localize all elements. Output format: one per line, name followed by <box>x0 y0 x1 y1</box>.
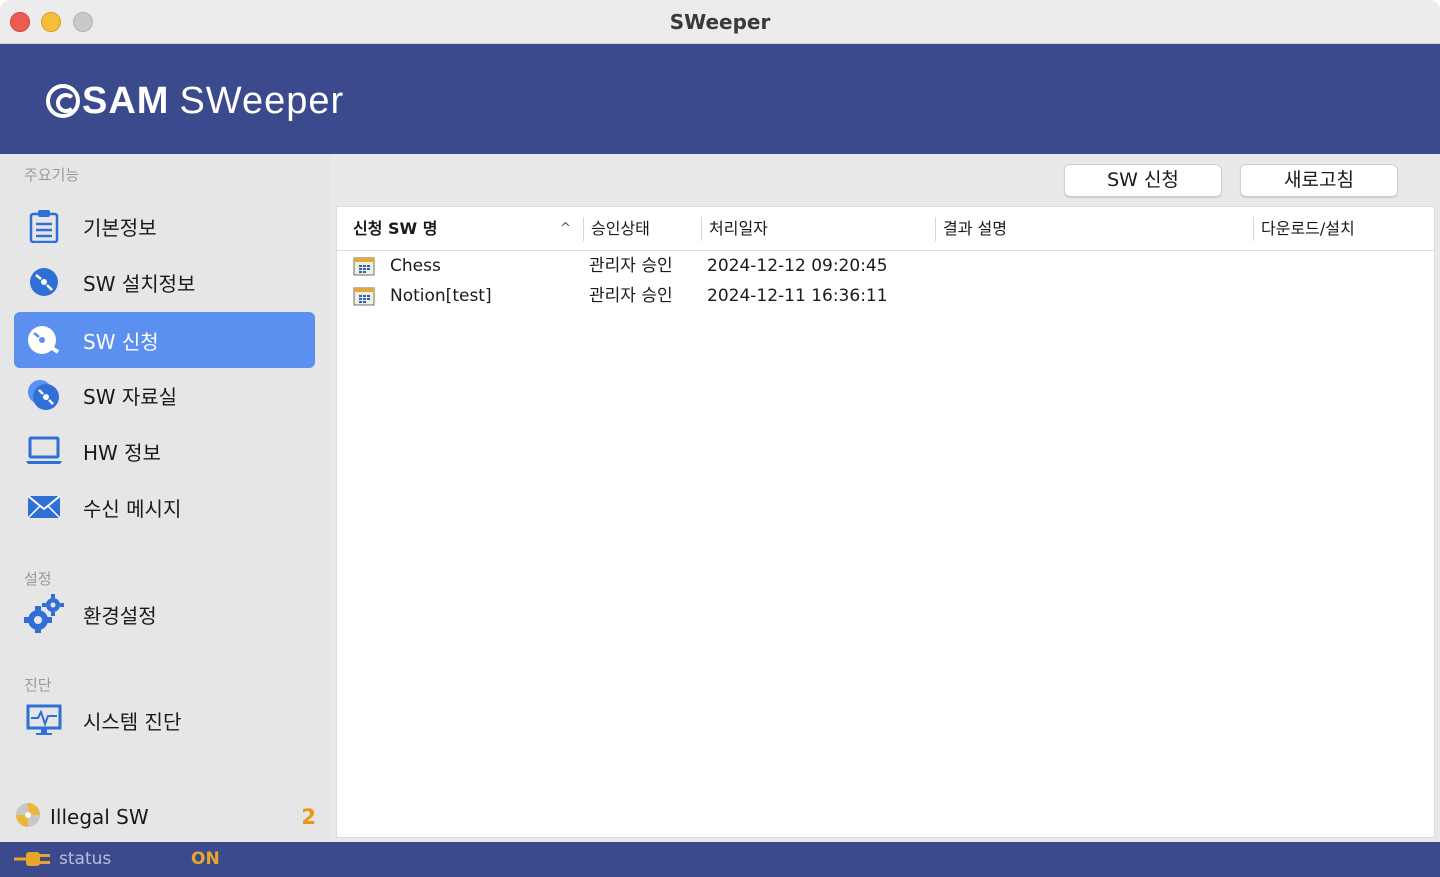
illegal-sw-count: 2 <box>301 805 316 829</box>
status-label: status <box>59 849 112 869</box>
copyright-logo-icon <box>46 84 80 118</box>
cell-date: 2024-12-12 09:20:45 <box>707 256 888 276</box>
app-window-icon <box>353 255 375 277</box>
status-value: ON <box>191 849 220 869</box>
table-header: 신청 SW 명 ^ 승인상태 처리일자 결과 설명 다운로드/설치 <box>337 207 1434 251</box>
refresh-button[interactable]: 새로고침 <box>1240 164 1398 197</box>
laptop-icon <box>24 431 64 471</box>
disc-icon <box>24 262 64 302</box>
plug-icon <box>14 848 52 870</box>
gears-icon <box>24 594 64 634</box>
logo-product-text: SWeeper <box>179 79 345 122</box>
warning-disc-icon <box>14 801 42 833</box>
illegal-sw-indicator[interactable]: Illegal SW 2 <box>14 800 324 834</box>
envelope-icon <box>24 487 64 527</box>
sidebar-item-preferences[interactable]: 환경설정 <box>14 586 315 642</box>
window-title: SWeeper <box>669 10 771 34</box>
column-header-status[interactable]: 승인상태 <box>583 207 700 251</box>
cell-status: 관리자 승인 <box>589 256 673 276</box>
sidebar-item-label: SW 신청 <box>83 329 159 354</box>
sidebar-item-label: 시스템 진단 <box>83 709 182 734</box>
title-bar: SWeeper <box>0 0 1440 44</box>
section-label-main: 주요기능 <box>24 166 80 184</box>
sidebar-item-sw-library[interactable]: SW 자료실 <box>14 367 315 423</box>
sidebar-item-label: 수신 메시지 <box>83 496 182 521</box>
monitor-pulse-icon <box>24 700 64 740</box>
sidebar-item-messages[interactable]: 수신 메시지 <box>14 479 315 535</box>
sidebar-item-sw-install-info[interactable]: SW 설치정보 <box>14 254 315 310</box>
cell-date: 2024-12-11 16:36:11 <box>707 286 888 306</box>
request-table: 신청 SW 명 ^ 승인상태 처리일자 결과 설명 다운로드/설치 Chess … <box>336 206 1435 838</box>
cell-sw-name: Notion[test] <box>390 286 492 306</box>
disc-request-icon <box>24 320 64 360</box>
sidebar-item-system-diagnosis[interactable]: 시스템 진단 <box>14 692 315 748</box>
app-logo: SAM SWeeper <box>46 78 344 124</box>
illegal-sw-label: Illegal SW <box>50 805 149 829</box>
cell-status: 관리자 승인 <box>589 286 673 306</box>
sw-request-button[interactable]: SW 신청 <box>1064 164 1222 197</box>
sidebar-item-label: HW 정보 <box>83 440 161 465</box>
table-row[interactable]: Chess 관리자 승인 2024-12-12 09:20:45 <box>337 251 1434 281</box>
clipboard-icon <box>24 206 64 246</box>
sort-ascending-icon[interactable]: ^ <box>560 207 571 251</box>
column-header-download[interactable]: 다운로드/설치 <box>1253 207 1433 251</box>
sidebar-item-label: SW 설치정보 <box>83 271 196 296</box>
column-header-sw-name[interactable]: 신청 SW 명 <box>345 207 575 251</box>
column-header-result[interactable]: 결과 설명 <box>935 207 1253 251</box>
sidebar-item-basic-info[interactable]: 기본정보 <box>14 198 315 254</box>
sidebar-item-hw-info[interactable]: HW 정보 <box>14 423 315 479</box>
sidebar-item-sw-request[interactable]: SW 신청 <box>14 312 315 368</box>
column-header-date[interactable]: 처리일자 <box>701 207 935 251</box>
sidebar-item-label: 환경설정 <box>83 603 157 628</box>
main-panel: SW 신청 새로고침 신청 SW 명 ^ 승인상태 처리일자 결과 설명 다운로… <box>330 154 1440 842</box>
sidebar-item-label: 기본정보 <box>83 215 157 240</box>
table-row[interactable]: Notion[test] 관리자 승인 2024-12-11 16:36:11 <box>337 281 1434 311</box>
sidebar: 주요기능 기본정보 SW 설치정보 SW 신청 SW 자료실 HW 정보 수신 … <box>0 154 330 842</box>
disc-stack-icon <box>24 375 64 415</box>
status-bar: status ON <box>0 842 1440 877</box>
app-window-icon <box>353 285 375 307</box>
sidebar-item-label: SW 자료실 <box>83 384 178 409</box>
logo-sam-text: SAM <box>82 79 170 122</box>
cell-sw-name: Chess <box>390 256 441 276</box>
